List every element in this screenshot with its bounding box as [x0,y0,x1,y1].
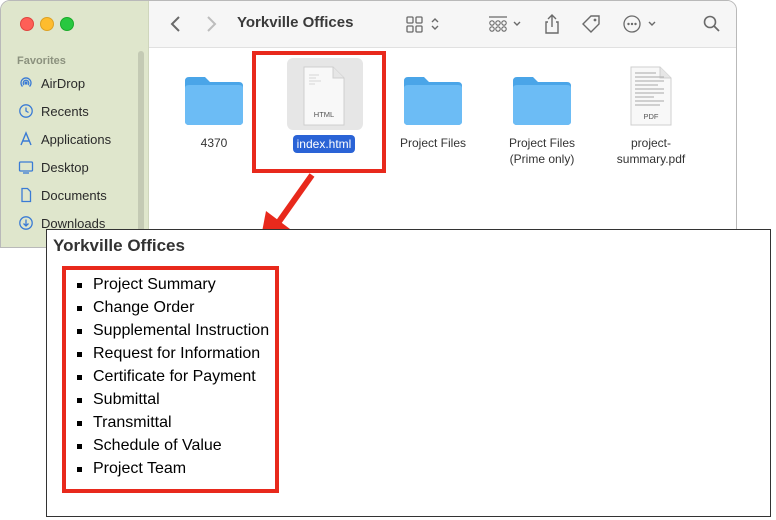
folder-icon [168,63,260,127]
sidebar-item-applications[interactable]: Applications [17,129,111,149]
sidebar-item-documents[interactable]: Documents [17,185,107,205]
share-icon[interactable] [542,12,562,36]
folder-icon [496,63,588,127]
sidebar-scrollbar[interactable] [138,51,144,241]
sidebar-item-label: Desktop [41,159,89,175]
sidebar-item-airdrop[interactable]: AirDrop [17,73,85,93]
folder-icon [387,63,479,127]
window-title: Yorkville Offices [237,14,354,31]
finder-window: Favorites AirDrop Recents Applications D… [0,0,737,248]
file-item-pdf[interactable]: PDF project-summary.pdf [605,63,697,167]
file-name: project-summary.pdf [616,136,686,166]
annotation-highlight-box [252,51,386,173]
file-item-folder[interactable]: 4370 [168,63,260,151]
sidebar-item-label: Documents [41,187,107,203]
group-by-icon[interactable] [487,12,525,36]
tag-icon[interactable] [580,12,602,36]
page-heading: Yorkville Offices [53,236,185,255]
close-window-button[interactable] [20,17,34,31]
file-name: Project Files (Prime only) [508,136,576,166]
back-icon[interactable] [169,12,183,36]
rendered-page-panel: Yorkville Offices Project Summary Change… [46,229,771,517]
sidebar-item-label: Applications [41,131,112,147]
file-item-folder[interactable]: Project Files (Prime only) [496,63,588,167]
sidebar: Favorites AirDrop Recents Applications D… [1,1,149,247]
sidebar-item-label: Recents [41,103,89,119]
pdf-badge: PDF [644,112,659,121]
sidebar-item-desktop[interactable]: Desktop [17,157,89,177]
file-item-folder[interactable]: Project Files [387,63,479,151]
document-icon [17,186,35,204]
desktop-icon [17,158,35,176]
sidebar-item-label: AirDrop [41,75,86,91]
annotation-highlight-box [62,266,279,493]
airdrop-icon [17,74,35,92]
zoom-window-button[interactable] [60,17,74,31]
applications-icon [17,130,35,148]
sidebar-item-recents[interactable]: Recents [17,101,89,121]
search-icon[interactable] [702,12,722,36]
file-name: Project Files [399,136,467,150]
download-icon [17,214,35,232]
minimize-window-button[interactable] [40,17,54,31]
file-name: 4370 [200,136,228,150]
grid-view-icon[interactable] [405,12,445,36]
sidebar-heading: Favorites [17,55,66,67]
more-actions-icon[interactable] [621,12,661,36]
pdf-file-icon: PDF [605,63,697,127]
forward-icon[interactable] [204,12,218,36]
clock-icon [17,102,35,120]
